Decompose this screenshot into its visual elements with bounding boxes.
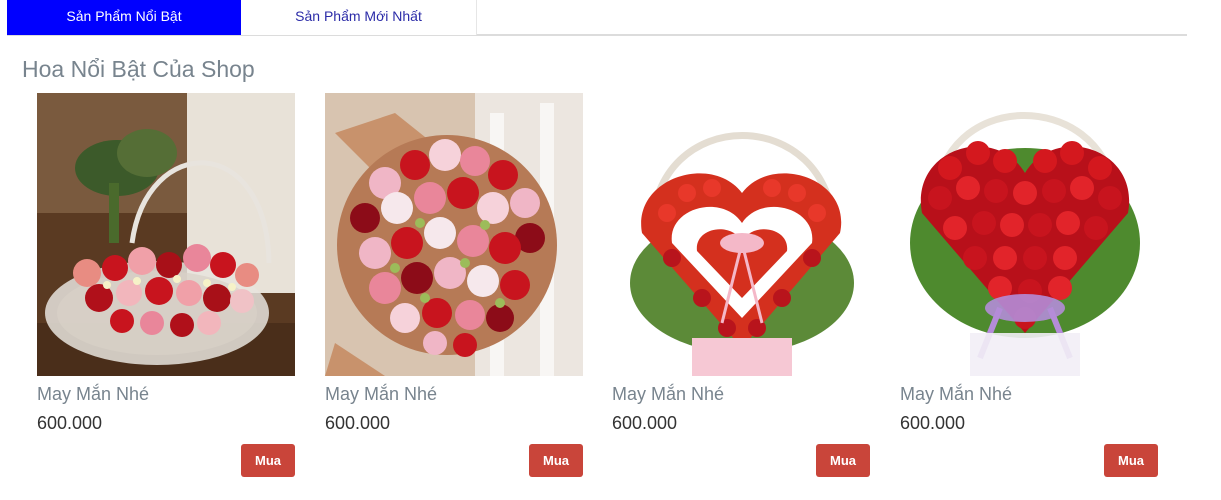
tab-newest-products[interactable]: Sản Phẩm Mới Nhất (241, 0, 477, 35)
product-price: 600.000 (612, 413, 678, 433)
buy-button[interactable]: Mua (529, 444, 583, 477)
product-price: 600.000 (37, 413, 103, 433)
product-card: May Mắn Nhé 600.000 Mua (612, 93, 870, 483)
product-image[interactable] (612, 93, 870, 376)
buy-button[interactable]: Mua (241, 444, 295, 477)
product-name[interactable]: May Mắn Nhé (612, 384, 724, 405)
buy-button[interactable]: Mua (816, 444, 870, 477)
buy-button[interactable]: Mua (1104, 444, 1158, 477)
product-image[interactable] (325, 93, 583, 376)
product-card: May Mắn Nhé 600.000 Mua (325, 93, 583, 483)
product-name[interactable]: May Mắn Nhé (37, 384, 149, 405)
product-image[interactable] (37, 93, 295, 376)
section-title: Hoa Nổi Bật Của Shop (22, 56, 255, 82)
product-tabs: Sản Phẩm Nổi Bật Sản Phẩm Mới Nhất (7, 0, 1187, 36)
product-name[interactable]: May Mắn Nhé (900, 384, 1012, 405)
product-card: May Mắn Nhé 600.000 Mua (900, 93, 1158, 483)
product-card: May Mắn Nhé 600.000 Mua (37, 93, 295, 483)
product-image[interactable] (900, 93, 1158, 376)
product-price: 600.000 (900, 413, 966, 433)
product-price: 600.000 (325, 413, 391, 433)
tab-featured-products[interactable]: Sản Phẩm Nổi Bật (7, 0, 241, 35)
product-name[interactable]: May Mắn Nhé (325, 384, 437, 405)
